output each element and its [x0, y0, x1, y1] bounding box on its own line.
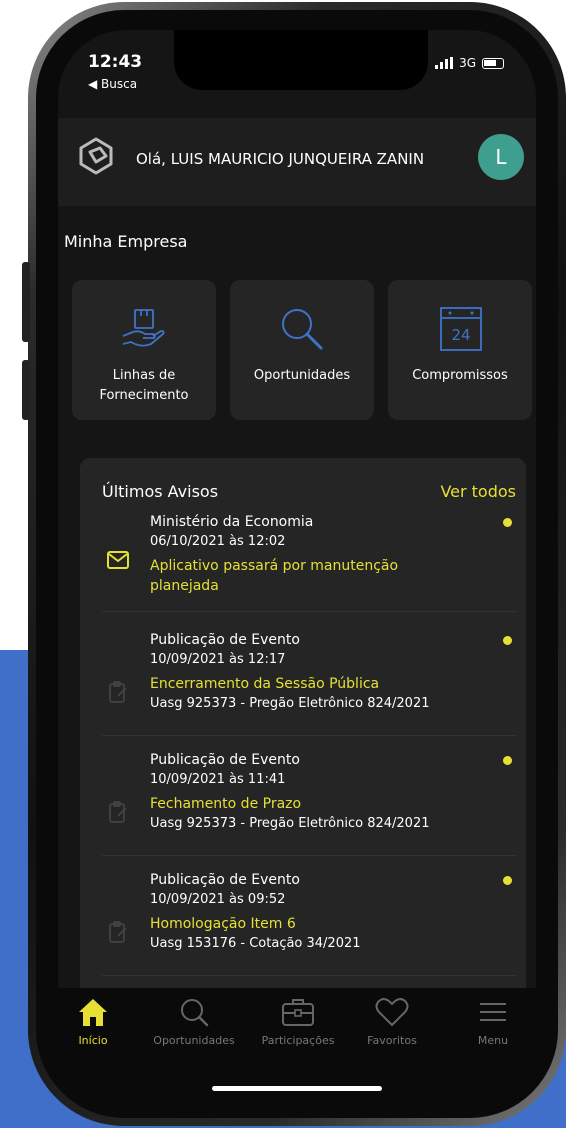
notice-item[interactable]: Publicação de Evento 10/09/2021 às 11:41… — [80, 752, 516, 856]
notice-date: 06/10/2021 às 12:02 — [150, 534, 286, 549]
notice-item[interactable]: Publicação de Evento 10/09/2021 às 12:17… — [80, 632, 516, 736]
divider — [102, 735, 516, 736]
notice-detail: Uasg 925373 - Pregão Eletrônico 824/2021 — [150, 696, 430, 711]
notice-detail: Uasg 925373 - Pregão Eletrônico 824/2021 — [150, 816, 430, 831]
divider — [102, 975, 516, 976]
greeting-text: Olá, LUIS MAURICIO JUNQUEIRA ZANIN — [136, 150, 425, 168]
tab-label: Início — [78, 1034, 108, 1047]
unread-indicator — [503, 518, 512, 527]
avatar[interactable]: L — [478, 134, 524, 180]
notice-item[interactable]: Ministério da Economia 06/10/2021 às 12:… — [80, 514, 516, 612]
card-compromissos[interactable]: 24 Compromissos — [388, 280, 532, 420]
calendar-icon: 24 — [440, 307, 482, 351]
envelope-icon — [107, 551, 129, 569]
notice-sender: Publicação de Evento — [150, 632, 300, 648]
card-label: Linhas de Fornecimento — [99, 368, 189, 403]
app-screen: 12:43 ◀ Busca 3G Olá, LUIS MAURICIO JUNQ… — [58, 30, 536, 1098]
unread-indicator — [503, 756, 512, 765]
phone-side-button — [22, 262, 30, 342]
notice-sender: Ministério da Economia — [150, 514, 314, 530]
calendar-day: 24 — [451, 326, 470, 344]
hand-box-icon — [122, 309, 165, 347]
search-icon — [181, 999, 209, 1027]
home-indicator[interactable] — [212, 1086, 382, 1091]
unread-indicator — [503, 636, 512, 645]
notice-date: 10/09/2021 às 11:41 — [150, 772, 286, 787]
notice-subject: Homologação Item 6 — [150, 916, 296, 932]
network-label: 3G — [459, 56, 476, 70]
app-logo-icon[interactable] — [76, 136, 116, 176]
notice-sender: Publicação de Evento — [150, 752, 300, 768]
heart-icon — [375, 998, 409, 1026]
tab-participacoes[interactable]: Participações — [250, 996, 346, 1047]
card-linhas-de-fornecimento[interactable]: Linhas de Fornecimento — [72, 280, 216, 420]
tab-label: Menu — [477, 1034, 509, 1047]
tab-inicio[interactable]: Início — [58, 996, 132, 1047]
notice-date: 10/09/2021 às 12:17 — [150, 652, 286, 667]
tab-menu[interactable]: Menu — [454, 996, 532, 1047]
notice-sender: Publicação de Evento — [150, 872, 300, 888]
unread-indicator — [503, 876, 512, 885]
app-header: Olá, LUIS MAURICIO JUNQUEIRA ZANIN L — [58, 118, 536, 206]
divider — [102, 611, 516, 612]
bottom-tab-bar: Início Oportunidades Participações Favor… — [58, 988, 536, 1098]
section-title: Minha Empresa — [64, 232, 188, 251]
clipboard-icon — [109, 681, 127, 703]
tab-oportunidades[interactable]: Oportunidades — [146, 996, 242, 1047]
notice-item[interactable]: Publicação de Evento 10/09/2021 às 09:52… — [80, 872, 516, 976]
phone-side-button — [22, 360, 30, 420]
notice-date: 10/09/2021 às 09:52 — [150, 892, 286, 907]
clipboard-icon — [109, 801, 127, 823]
tab-label: Oportunidades — [153, 1034, 235, 1047]
status-time: 12:43 — [88, 52, 143, 72]
notice-subject: Fechamento de Prazo — [150, 796, 302, 812]
divider — [102, 855, 516, 856]
tab-label: Participações — [261, 1034, 335, 1047]
tab-label: Favoritos — [367, 1034, 417, 1047]
signal-icon — [435, 57, 454, 69]
home-icon — [79, 999, 107, 1026]
see-all-link[interactable]: Ver todos — [440, 482, 516, 501]
notice-detail: Uasg 153176 - Cotação 34/2021 — [150, 936, 361, 951]
tab-favoritos[interactable]: Favoritos — [350, 996, 434, 1047]
back-to-search-link[interactable]: ◀ Busca — [88, 77, 137, 91]
card-oportunidades[interactable]: Oportunidades — [230, 280, 374, 420]
clipboard-icon — [109, 921, 127, 943]
card-label: Compromissos — [412, 368, 508, 383]
card-label: Oportunidades — [253, 368, 351, 383]
menu-icon — [480, 1003, 506, 1021]
status-indicators: 3G — [435, 56, 504, 70]
notice-subject: Encerramento da Sessão Pública — [150, 676, 380, 692]
search-icon — [282, 309, 323, 350]
battery-icon — [482, 57, 504, 69]
notch — [174, 30, 428, 90]
briefcase-icon — [282, 999, 314, 1026]
notices-title: Últimos Avisos — [102, 482, 219, 501]
notice-subject: Aplicativo passará por manutenção planej… — [150, 558, 399, 594]
